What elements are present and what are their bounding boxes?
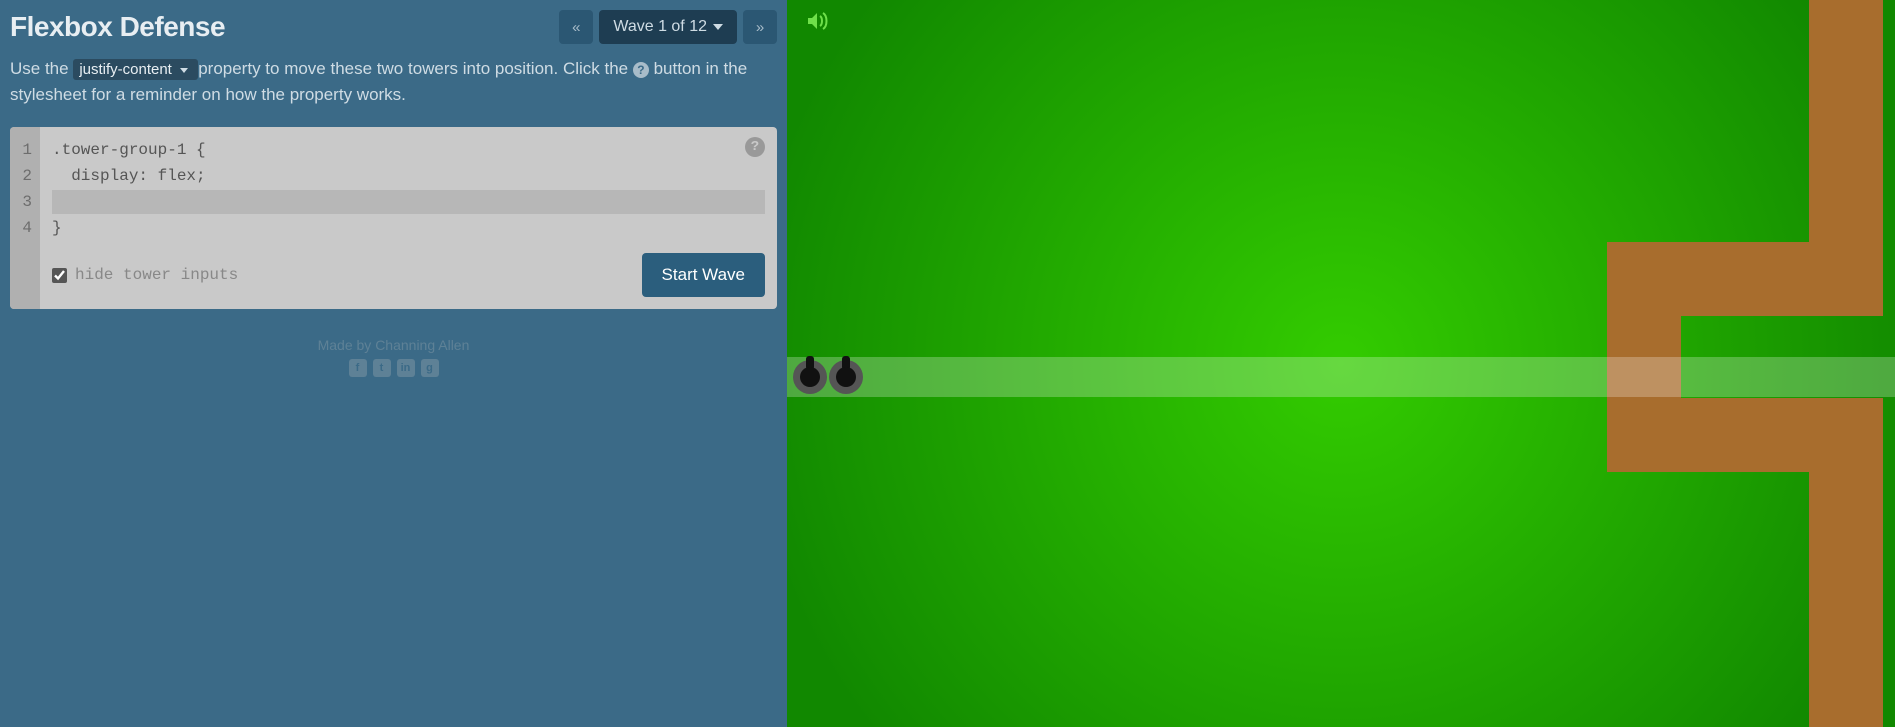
hide-inputs-checkbox[interactable] (52, 268, 67, 283)
sound-toggle-icon[interactable] (805, 10, 829, 37)
instr-part2: property to move these two towers into p… (198, 59, 633, 78)
credits-text: Made by Channing Allen (10, 337, 777, 353)
tower-core (836, 367, 856, 387)
editor-footer: hide tower inputs Start Wave (52, 253, 765, 297)
line-number: 1 (18, 137, 32, 163)
tower[interactable] (793, 360, 827, 394)
property-chip[interactable]: justify-content (73, 59, 198, 80)
help-icon: ? (633, 62, 649, 78)
css-input[interactable] (52, 190, 765, 214)
next-wave-button[interactable]: » (743, 10, 777, 44)
start-wave-button[interactable]: Start Wave (642, 253, 765, 297)
tower-group-strip (787, 357, 1895, 397)
game-board (787, 0, 1895, 727)
game-title: Flexbox Defense (10, 11, 225, 43)
wave-label: Wave 1 of 12 (613, 18, 707, 36)
code-line-selector: .tower-group-1 { (52, 137, 765, 163)
header: Flexbox Defense « Wave 1 of 12 » (10, 10, 777, 44)
tower[interactable] (829, 360, 863, 394)
instructions-text: Use the justify-content property to move… (10, 56, 777, 107)
line-number: 2 (18, 163, 32, 189)
github-icon[interactable]: g (421, 359, 439, 377)
code-area: ? .tower-group-1 { display: flex; } hide… (40, 127, 777, 309)
wave-select-button[interactable]: Wave 1 of 12 (599, 10, 737, 44)
chevron-down-icon (713, 24, 723, 30)
code-line-declaration: display: flex; (52, 163, 765, 189)
prev-wave-button[interactable]: « (559, 10, 593, 44)
line-gutter: 1 2 3 4 (10, 127, 40, 309)
line-number: 3 (18, 189, 32, 215)
facebook-icon[interactable]: f (349, 359, 367, 377)
line-number: 4 (18, 215, 32, 241)
left-panel: Flexbox Defense « Wave 1 of 12 » Use the… (0, 0, 787, 727)
hide-inputs-label: hide tower inputs (75, 266, 238, 284)
tower-core (800, 367, 820, 387)
chevron-down-icon (180, 68, 188, 73)
instr-part1: Use the (10, 59, 73, 78)
credits: Made by Channing Allen f t in g (10, 337, 777, 377)
twitter-icon[interactable]: t (373, 359, 391, 377)
property-name: justify-content (79, 61, 172, 78)
social-icons: f t in g (10, 359, 777, 377)
path-segment (1809, 398, 1883, 727)
editor-help-button[interactable]: ? (745, 137, 765, 157)
code-line-close: } (52, 215, 765, 241)
code-editor: 1 2 3 4 ? .tower-group-1 { display: flex… (10, 127, 777, 309)
hide-inputs-toggle[interactable]: hide tower inputs (52, 266, 238, 284)
linkedin-icon[interactable]: in (397, 359, 415, 377)
wave-nav: « Wave 1 of 12 » (559, 10, 777, 44)
